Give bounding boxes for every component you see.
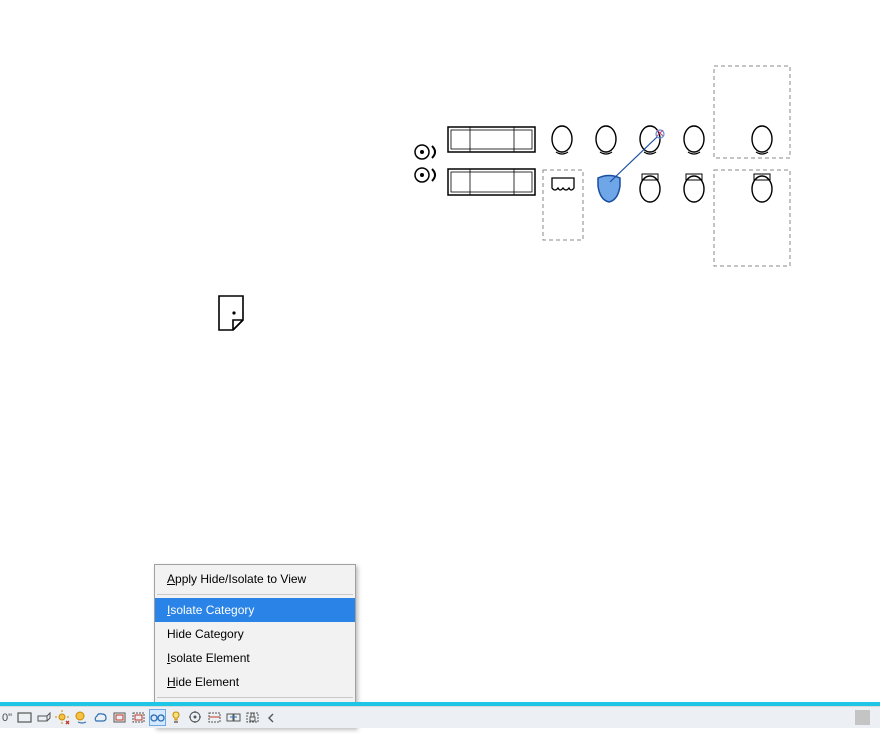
rendering-icon[interactable] [92, 709, 109, 726]
menu-isolate-element[interactable]: Isolate Element [155, 646, 355, 670]
chevron-left-icon[interactable] [263, 709, 280, 726]
toilet-row2-5 [752, 174, 772, 202]
view-control-bar: 0" [0, 706, 880, 728]
toilet-row1-2 [596, 126, 616, 154]
menu-hide-element[interactable]: Hide Element [155, 670, 355, 694]
menu-label: Hide Category [167, 627, 244, 641]
model-graphics-style-icon[interactable] [16, 709, 33, 726]
menu-apply-hide-isolate[interactable]: Apply Hide/Isolate to View [155, 567, 355, 591]
crop-region-visible-icon[interactable] [130, 709, 147, 726]
toilet-row2-3 [640, 174, 660, 202]
menu-separator [157, 594, 353, 595]
toilet-row1-5 [752, 126, 772, 154]
counter-top-1 [448, 127, 535, 152]
analytical-model-icon[interactable] [206, 709, 223, 726]
temporary-hide-isolate-icon[interactable] [149, 709, 166, 726]
stall-dashed-large-top [714, 66, 790, 158]
footer-gray-box [855, 710, 870, 725]
detail-level-icon[interactable] [35, 709, 52, 726]
reveal-hidden-icon[interactable] [168, 709, 185, 726]
urinal-1 [552, 178, 574, 190]
counter-top-2 [448, 169, 535, 195]
shadows-icon[interactable] [73, 709, 90, 726]
toilet-row2-4 [684, 174, 704, 202]
menu-separator [157, 697, 353, 698]
menu-label: Isolate Element [167, 651, 250, 665]
selected-fixture[interactable] [598, 130, 664, 202]
fixture-valve-1 [415, 145, 435, 159]
toilet-row1-4 [684, 126, 704, 154]
toilet-row1-1 [552, 126, 572, 154]
crop-view-icon[interactable] [111, 709, 128, 726]
floorplan-svg [0, 0, 880, 702]
temporary-view-properties-icon[interactable] [187, 709, 204, 726]
view-scale-label[interactable]: 0" [2, 712, 14, 724]
sheet-symbol-icon [219, 296, 243, 330]
highlight-displacement-icon[interactable] [225, 709, 242, 726]
menu-label: Apply Hide/Isolate to View [167, 572, 306, 586]
stall-dashed-small [543, 170, 583, 240]
menu-isolate-category[interactable]: Isolate Category [155, 598, 355, 622]
drawing-canvas[interactable] [0, 0, 880, 702]
fixture-valve-2 [415, 168, 435, 182]
menu-label: Hide Element [167, 675, 239, 689]
reveal-constraints-icon[interactable] [244, 709, 261, 726]
sun-path-icon[interactable] [54, 709, 71, 726]
menu-label: Isolate Category [167, 603, 254, 617]
menu-hide-category[interactable]: Hide Category [155, 622, 355, 646]
